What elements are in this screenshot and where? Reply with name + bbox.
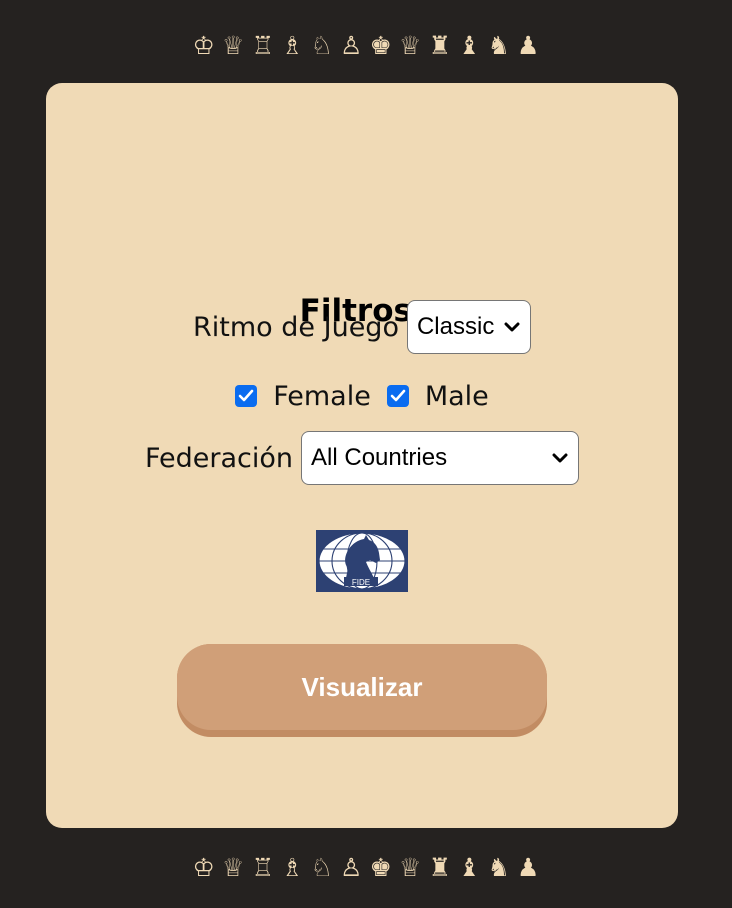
male-label: Male — [424, 380, 489, 412]
ritmo-select[interactable]: Classic — [406, 300, 531, 354]
white-king-icon: ♔ — [192, 31, 215, 60]
black-pawn-icon: ♟ — [517, 31, 540, 60]
white-rook-icon: ♖ — [251, 31, 274, 60]
black-pawn-icon: ♟ — [517, 853, 540, 882]
white-queen-icon: ♕ — [222, 31, 245, 60]
male-checkbox[interactable] — [386, 385, 409, 407]
federacion-row: Federación All Countries — [46, 431, 678, 485]
white-rook-icon: ♖ — [251, 853, 274, 882]
black-bishop-icon: ♝ — [458, 31, 481, 60]
black-knight-icon: ♞ — [487, 853, 510, 882]
white-knight-icon: ♘ — [310, 853, 333, 882]
white-knight-icon: ♘ — [310, 31, 333, 60]
white-bishop-icon: ♗ — [281, 853, 304, 882]
fide-logo-icon: FIDE — [316, 530, 408, 592]
white-king-icon: ♔ — [192, 853, 215, 882]
chess-pieces-top-decoration: ♔ ♕ ♖ ♗ ♘ ♙ ♚ ♕ ♜ ♝ ♞ ♟ — [0, 31, 732, 61]
white-pawn-icon: ♙ — [340, 853, 363, 882]
checkmark-icon — [390, 389, 406, 402]
white-pawn-icon: ♙ — [340, 31, 363, 60]
fide-logo-text: FIDE — [352, 578, 370, 587]
chevron-down-icon — [504, 322, 520, 332]
female-label: Female — [273, 380, 371, 412]
black-knight-icon: ♞ — [487, 31, 510, 60]
chess-pieces-bottom-decoration: ♔ ♕ ♖ ♗ ♘ ♙ ♚ ♕ ♜ ♝ ♞ ♟ — [0, 853, 732, 883]
ritmo-label: Ritmo de Juego — [193, 311, 399, 343]
ritmo-select-value: Classic — [416, 313, 495, 340]
black-king-icon: ♚ — [369, 853, 392, 882]
filters-card: Filtros: Ritmo de Juego Classic Female M… — [46, 83, 678, 828]
white-queen-icon: ♕ — [399, 31, 422, 60]
federacion-label: Federación — [144, 442, 294, 474]
female-checkbox[interactable] — [235, 385, 258, 407]
gender-row: Female Male — [46, 380, 678, 412]
black-bishop-icon: ♝ — [458, 853, 481, 882]
visualizar-button-label: Visualizar — [177, 644, 547, 730]
white-queen-icon: ♕ — [399, 853, 422, 882]
federacion-select-value: All Countries — [311, 444, 448, 471]
ritmo-row: Ritmo de Juego Classic — [46, 300, 678, 354]
white-bishop-icon: ♗ — [281, 31, 304, 60]
federacion-select[interactable]: All Countries — [301, 431, 580, 485]
black-rook-icon: ♜ — [428, 31, 451, 60]
checkmark-icon — [238, 389, 254, 402]
black-rook-icon: ♜ — [428, 853, 451, 882]
chevron-down-icon — [552, 453, 568, 463]
black-king-icon: ♚ — [369, 31, 392, 60]
visualizar-button[interactable]: Visualizar — [177, 644, 547, 737]
white-queen-icon: ♕ — [222, 853, 245, 882]
